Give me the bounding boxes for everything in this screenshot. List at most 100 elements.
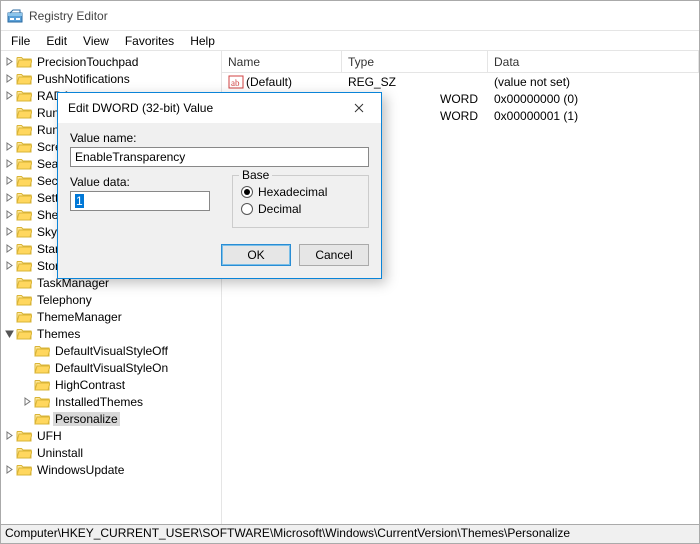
- chevron-right-icon[interactable]: [3, 227, 16, 236]
- valuedata-label: Value data:: [70, 175, 218, 189]
- tree-item[interactable]: Telephony: [1, 291, 221, 308]
- tree-item[interactable]: HighContrast: [1, 376, 221, 393]
- value-type: REG_SZ: [342, 75, 488, 89]
- folder-icon: [16, 259, 32, 273]
- app-title: Registry Editor: [29, 9, 108, 23]
- valuename-label: Value name:: [70, 131, 369, 145]
- chevron-right-icon[interactable]: [3, 57, 16, 66]
- col-header-type[interactable]: Type: [342, 51, 488, 72]
- folder-icon: [34, 378, 50, 392]
- tree-item[interactable]: UFH: [1, 427, 221, 444]
- tree-item[interactable]: InstalledThemes: [1, 393, 221, 410]
- folder-icon: [16, 276, 32, 290]
- folder-icon: [34, 395, 50, 409]
- list-row[interactable]: ab(Default)REG_SZ(value not set): [222, 73, 699, 90]
- base-legend: Base: [239, 168, 272, 182]
- tree-item-label: WindowsUpdate: [35, 463, 126, 477]
- tree-item-label: DefaultVisualStyleOff: [53, 344, 170, 358]
- status-path: Computer\HKEY_CURRENT_USER\SOFTWARE\Micr…: [5, 526, 570, 540]
- col-header-data[interactable]: Data: [488, 51, 699, 72]
- tree-item[interactable]: PushNotifications: [1, 70, 221, 87]
- folder-icon: [16, 242, 32, 256]
- menubar: File Edit View Favorites Help: [1, 31, 699, 51]
- cancel-button[interactable]: Cancel: [299, 244, 369, 266]
- tree-item-label: Personalize: [53, 412, 120, 426]
- chevron-right-icon[interactable]: [3, 244, 16, 253]
- folder-icon: [16, 310, 32, 324]
- folder-icon: [16, 157, 32, 171]
- valuedata-input[interactable]: 1: [70, 191, 210, 211]
- radio-decimal[interactable]: Decimal: [241, 202, 360, 216]
- svg-text:ab: ab: [231, 78, 240, 88]
- ok-button[interactable]: OK: [221, 244, 291, 266]
- radio-dot-hex-icon: [241, 186, 253, 198]
- edit-dword-dialog: Edit DWORD (32-bit) Value Value name: Va…: [57, 92, 382, 279]
- chevron-down-icon[interactable]: [3, 329, 16, 338]
- folder-icon: [16, 293, 32, 307]
- tree-item-label: PrecisionTouchpad: [35, 55, 140, 69]
- valuename-input[interactable]: [70, 147, 369, 167]
- dialog-body: Value name: Value data: 1 Base Hexadecim…: [58, 123, 381, 278]
- dialog-titlebar[interactable]: Edit DWORD (32-bit) Value: [58, 93, 381, 123]
- folder-icon: [16, 446, 32, 460]
- menu-file[interactable]: File: [3, 33, 38, 49]
- chevron-right-icon[interactable]: [3, 261, 16, 270]
- folder-icon: [16, 89, 32, 103]
- folder-icon: [16, 429, 32, 443]
- tree-item[interactable]: ThemeManager: [1, 308, 221, 325]
- folder-icon: [16, 140, 32, 154]
- folder-icon: [16, 463, 32, 477]
- value-name: (Default): [246, 75, 292, 89]
- folder-icon: [16, 55, 32, 69]
- radio-dot-dec-icon: [241, 203, 253, 215]
- tree-item[interactable]: PrecisionTouchpad: [1, 53, 221, 70]
- menu-favorites[interactable]: Favorites: [117, 33, 182, 49]
- tree-item[interactable]: Themes: [1, 325, 221, 342]
- folder-icon: [16, 327, 32, 341]
- chevron-right-icon[interactable]: [3, 465, 16, 474]
- folder-icon: [16, 72, 32, 86]
- value-data: 0x00000001 (1): [488, 109, 699, 123]
- folder-icon: [34, 412, 50, 426]
- close-icon[interactable]: [339, 94, 379, 122]
- tree-item-label: HighContrast: [53, 378, 127, 392]
- value-data: 0x00000000 (0): [488, 92, 699, 106]
- menu-help[interactable]: Help: [182, 33, 223, 49]
- cancel-label: Cancel: [315, 248, 352, 262]
- menu-view[interactable]: View: [75, 33, 117, 49]
- chevron-right-icon[interactable]: [3, 74, 16, 83]
- dialog-title-text: Edit DWORD (32-bit) Value: [68, 101, 213, 115]
- tree-item[interactable]: WindowsUpdate: [1, 461, 221, 478]
- valuedata-value: 1: [75, 194, 84, 208]
- tree-item-label: UFH: [35, 429, 64, 443]
- folder-icon: [34, 344, 50, 358]
- statusbar: Computer\HKEY_CURRENT_USER\SOFTWARE\Micr…: [1, 524, 699, 543]
- chevron-right-icon[interactable]: [3, 159, 16, 168]
- folder-icon: [16, 106, 32, 120]
- tree-item[interactable]: Uninstall: [1, 444, 221, 461]
- tree-item[interactable]: DefaultVisualStyleOn: [1, 359, 221, 376]
- tree-item-label: DefaultVisualStyleOn: [53, 361, 170, 375]
- chevron-right-icon[interactable]: [3, 431, 16, 440]
- list-header: Name Type Data: [222, 51, 699, 73]
- chevron-right-icon[interactable]: [3, 210, 16, 219]
- chevron-right-icon[interactable]: [21, 397, 34, 406]
- radio-hexadecimal[interactable]: Hexadecimal: [241, 185, 360, 199]
- tree-item[interactable]: Personalize: [1, 410, 221, 427]
- tree-item[interactable]: DefaultVisualStyleOff: [1, 342, 221, 359]
- menu-edit[interactable]: Edit: [38, 33, 75, 49]
- folder-icon: [16, 208, 32, 222]
- chevron-right-icon[interactable]: [3, 176, 16, 185]
- titlebar: Registry Editor: [1, 1, 699, 31]
- reg-string-icon: ab: [228, 74, 244, 90]
- chevron-right-icon[interactable]: [3, 91, 16, 100]
- folder-icon: [16, 225, 32, 239]
- chevron-right-icon[interactable]: [3, 142, 16, 151]
- folder-icon: [34, 361, 50, 375]
- chevron-right-icon[interactable]: [3, 193, 16, 202]
- folder-icon: [16, 123, 32, 137]
- tree-item-label: PushNotifications: [35, 72, 132, 86]
- tree-item-label: Telephony: [35, 293, 94, 307]
- col-header-name[interactable]: Name: [222, 51, 342, 72]
- tree-item-label: InstalledThemes: [53, 395, 145, 409]
